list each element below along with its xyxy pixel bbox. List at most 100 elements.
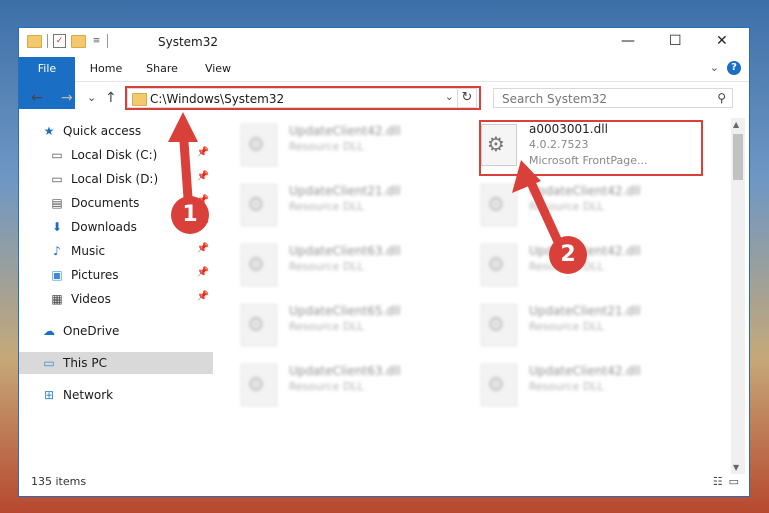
file-name: UpdateClient21.dll: [529, 304, 641, 318]
tab-home[interactable]: Home: [81, 57, 131, 81]
nav-label: Videos: [71, 292, 111, 306]
file-item[interactable]: ⚙ UpdateClient42.dll Resource DLL: [471, 360, 701, 412]
nav-label: Documents: [71, 196, 140, 210]
drive-icon: ▭: [51, 148, 63, 162]
nav-item-local-disk-d[interactable]: ▭ Local Disk (D:) 📌: [19, 168, 213, 190]
customize-toolbar-icon[interactable]: ≡: [91, 35, 102, 47]
navigation-pane: ★ Quick access ▭ Local Disk (C:) 📌 ▭ Loc…: [19, 120, 213, 460]
music-icon: ♪: [53, 244, 61, 258]
file-name: UpdateClient21.dll: [289, 184, 401, 198]
properties-icon[interactable]: ✓: [53, 34, 66, 48]
cloud-icon: ☁: [43, 324, 55, 338]
file-name: UpdateClient63.dll: [289, 244, 401, 258]
toolbar-divider: [107, 34, 108, 48]
downloads-icon: ⬇: [51, 220, 63, 234]
file-type: Resource DLL: [289, 200, 364, 213]
view-switcher: ☷ ▭: [713, 475, 739, 488]
gear-icon: ⚙: [247, 192, 265, 216]
pin-icon: 📌: [196, 171, 209, 182]
forward-button[interactable]: →: [61, 90, 73, 106]
nav-item-pictures[interactable]: ▣ Pictures 📌: [19, 264, 213, 286]
window-title: System32: [158, 35, 219, 49]
gear-icon: ⚙: [487, 372, 505, 396]
folder-icon[interactable]: [27, 34, 42, 48]
ribbon-tabs: File Home Share View ⌄ ?: [19, 57, 749, 109]
file-item[interactable]: ⚙ UpdateClient21.dll Resource DLL: [231, 180, 461, 232]
gear-icon: ⚙: [487, 192, 505, 216]
videos-icon: ▦: [51, 292, 63, 306]
minimize-button[interactable]: —: [621, 33, 635, 49]
nav-this-pc[interactable]: ▭ This PC: [19, 352, 213, 374]
file-type: Resource DLL: [529, 380, 604, 393]
nav-label: Network: [63, 388, 114, 402]
nav-label: Local Disk (C:): [71, 148, 158, 162]
scrollbar-thumb[interactable]: [733, 134, 743, 180]
gear-icon: ⚙: [487, 252, 505, 276]
file-type: Resource DLL: [289, 380, 364, 393]
file-item[interactable]: ⚙ UpdateClient42.dll Resource DLL: [471, 240, 701, 292]
file-type: Resource DLL: [289, 260, 364, 273]
nav-label: OneDrive: [63, 324, 120, 338]
gear-icon: ⚙: [487, 312, 505, 336]
file-item[interactable]: ⚙ UpdateClient42.dll Resource DLL: [471, 180, 701, 232]
up-button[interactable]: ↑: [105, 90, 117, 106]
search-input[interactable]: [500, 91, 704, 107]
computer-icon: ▭: [43, 356, 55, 370]
help-icon[interactable]: ?: [727, 61, 741, 75]
status-item-count: 135 items: [31, 475, 87, 488]
file-item[interactable]: ⚙ UpdateClient65.dll Resource DLL: [231, 300, 461, 352]
nav-item-videos[interactable]: ▦ Videos 📌: [19, 288, 213, 310]
navigation-bar: ← → ⌄ ↑ C:\Windows\System32 ⌄ ↻ ⚲: [19, 84, 749, 114]
nav-label: Pictures: [71, 268, 119, 282]
file-name: UpdateClient65.dll: [289, 304, 401, 318]
maximize-button[interactable]: ☐: [669, 33, 682, 49]
file-name: UpdateClient63.dll: [289, 364, 401, 378]
nav-network[interactable]: ⊞ Network: [19, 384, 213, 406]
nav-onedrive[interactable]: ☁ OneDrive: [19, 320, 213, 342]
tab-share[interactable]: Share: [137, 57, 187, 81]
file-name: UpdateClient42.dll: [529, 184, 641, 198]
toolbar-divider: [47, 34, 48, 48]
tab-view[interactable]: View: [193, 57, 243, 81]
network-icon: ⊞: [43, 388, 55, 402]
back-button[interactable]: ←: [31, 90, 43, 106]
close-button[interactable]: ✕: [716, 33, 728, 49]
file-list: ⚙ UpdateClient42.dll Resource DLL ⚙ a000…: [231, 118, 731, 468]
new-folder-icon[interactable]: [71, 34, 86, 48]
nav-item-music[interactable]: ♪ Music 📌: [19, 240, 213, 262]
file-type: Resource DLL: [289, 140, 364, 153]
details-view-icon[interactable]: ☷: [713, 475, 723, 488]
nav-quick-access[interactable]: ★ Quick access: [19, 120, 213, 142]
file-highlight-box: [479, 120, 703, 176]
title-bar: ✓ ≡ System32 — ☐ ✕: [19, 28, 749, 57]
recent-locations-button[interactable]: ⌄: [87, 91, 96, 104]
scroll-down-icon[interactable]: ▼: [733, 463, 739, 472]
file-type: Resource DLL: [529, 320, 604, 333]
gear-icon: ⚙: [247, 132, 265, 156]
file-item[interactable]: ⚙ UpdateClient63.dll Resource DLL: [231, 360, 461, 412]
large-icons-view-icon[interactable]: ▭: [729, 475, 739, 488]
pin-icon: 📌: [196, 243, 209, 254]
search-icon[interactable]: ⚲: [717, 91, 726, 105]
nav-label: Quick access: [63, 124, 142, 138]
vertical-scrollbar[interactable]: ▲ ▼: [731, 118, 745, 474]
file-item[interactable]: ⚙ UpdateClient21.dll Resource DLL: [471, 300, 701, 352]
address-highlight-box: [125, 86, 481, 110]
scroll-up-icon[interactable]: ▲: [733, 120, 739, 129]
pictures-icon: ▣: [51, 268, 63, 282]
explorer-window: ✓ ≡ System32 — ☐ ✕ File Home Share View …: [18, 27, 750, 497]
pin-icon: 📌: [196, 267, 209, 278]
file-item[interactable]: ⚙ UpdateClient63.dll Resource DLL: [231, 240, 461, 292]
pin-icon: 📌: [196, 291, 209, 302]
file-type: Resource DLL: [289, 320, 364, 333]
file-item[interactable]: ⚙ UpdateClient42.dll Resource DLL: [231, 120, 461, 172]
file-name: UpdateClient42.dll: [529, 364, 641, 378]
search-box[interactable]: ⚲: [493, 88, 733, 108]
file-name: UpdateClient42.dll: [289, 124, 401, 138]
nav-item-local-disk-c[interactable]: ▭ Local Disk (C:) 📌: [19, 144, 213, 166]
gear-icon: ⚙: [247, 372, 265, 396]
file-type: Resource DLL: [529, 200, 604, 213]
nav-label: Local Disk (D:): [71, 172, 159, 186]
expand-ribbon-icon[interactable]: ⌄: [710, 61, 719, 74]
nav-label: Downloads: [71, 220, 137, 234]
